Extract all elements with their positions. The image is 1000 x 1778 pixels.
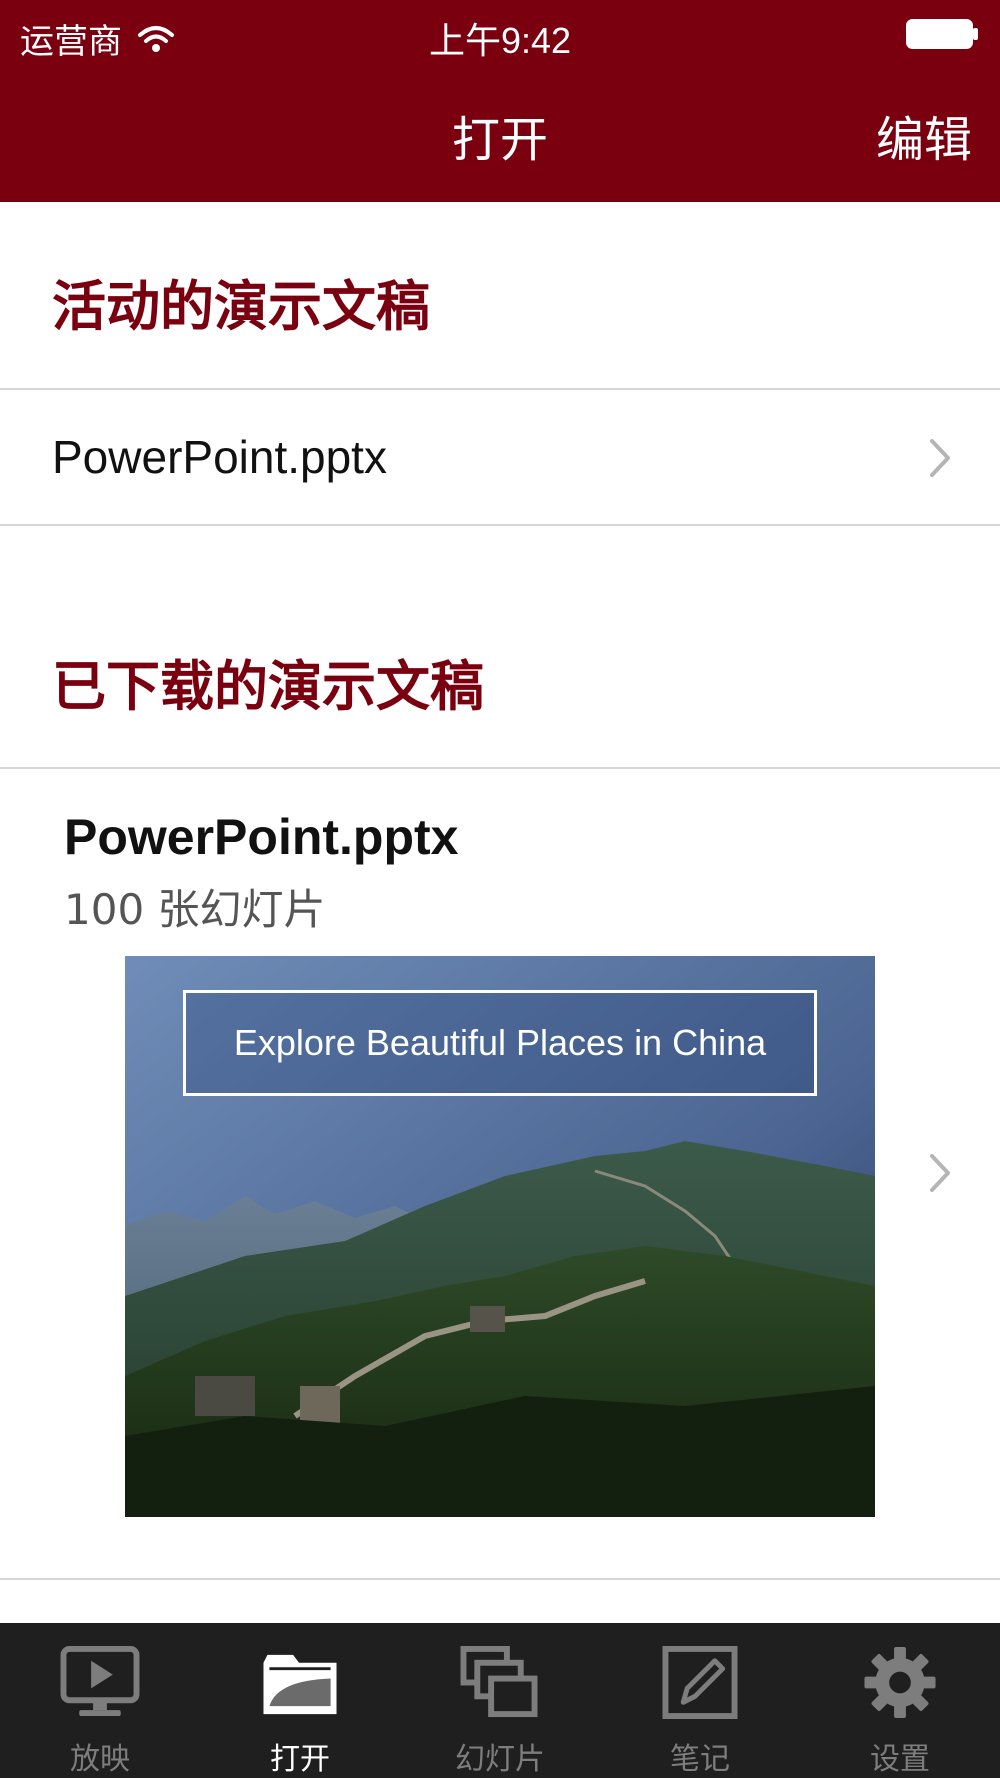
active-file-label: PowerPoint.pptx (52, 431, 387, 483)
tab-open-label: 打开 (270, 1742, 330, 1777)
tab-bar: 放映 打开 幻灯片 笔记 设置 (0, 1623, 1000, 1778)
pencil-icon (662, 1645, 738, 1720)
chevron-right-icon (930, 439, 950, 477)
play-monitor-icon (60, 1645, 140, 1717)
gear-icon (864, 1646, 936, 1719)
tab-open[interactable]: 打开 (200, 1623, 400, 1778)
downloaded-file-title: PowerPoint.pptx (64, 809, 459, 865)
tab-slides-label: 幻灯片 (455, 1742, 545, 1777)
folder-icon (263, 1654, 337, 1715)
header: 运营商 上午9:42 打开 编辑 (0, 0, 1000, 202)
section-header-active: 活动的演示文稿 (52, 275, 430, 338)
tab-notes[interactable]: 笔记 (600, 1623, 800, 1778)
tab-play-label: 放映 (70, 1742, 130, 1777)
chevron-right-icon (930, 1154, 950, 1192)
status-time: 上午9:42 (428, 20, 572, 61)
tab-notes-label: 笔记 (670, 1742, 730, 1777)
slide-caption: Explore Beautiful Places in China (183, 990, 817, 1096)
tab-settings[interactable]: 设置 (800, 1623, 1000, 1778)
tab-slides[interactable]: 幻灯片 (400, 1623, 600, 1778)
edit-button[interactable]: 编辑 (876, 100, 972, 170)
divider (0, 524, 1000, 526)
battery-icon (906, 19, 978, 49)
slide-thumbnail[interactable]: Explore Beautiful Places in China (125, 956, 875, 1517)
active-file-row[interactable]: PowerPoint.pptx (0, 390, 1000, 526)
slides-icon (460, 1645, 538, 1718)
section-header-downloaded: 已下载的演示文稿 (52, 655, 484, 718)
divider (0, 1578, 1000, 1580)
tab-play[interactable]: 放映 (0, 1623, 200, 1778)
page-title: 打开 (451, 112, 548, 168)
slide-count: 100 张幻灯片 (64, 885, 326, 934)
tab-settings-label: 设置 (870, 1742, 930, 1777)
